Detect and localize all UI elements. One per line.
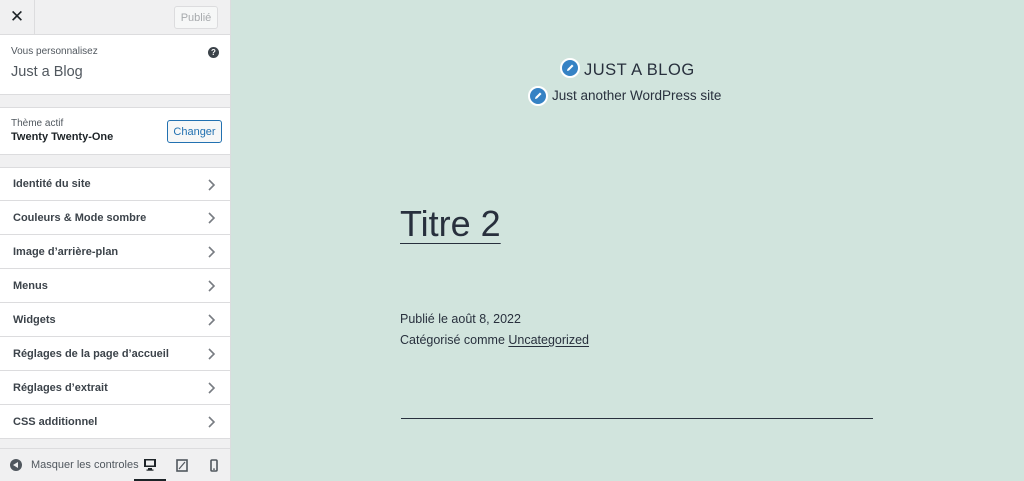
panel-menus[interactable]: Menus	[0, 269, 230, 303]
chevron-right-icon	[208, 280, 216, 292]
customizer-footer: Masquer les controles	[0, 448, 230, 481]
panel-widgets[interactable]: Widgets	[0, 303, 230, 337]
panel-excerpt-settings[interactable]: Réglages d’extrait	[0, 371, 230, 405]
panel-additional-css[interactable]: CSS additionnel	[0, 405, 230, 439]
pencil-icon	[535, 92, 542, 99]
panel-homepage-settings[interactable]: Réglages de la page d’accueil	[0, 337, 230, 371]
mobile-icon	[210, 459, 218, 472]
customizing-info: Vous personnalisez Just a Blog ?	[0, 35, 230, 95]
chevron-right-icon	[208, 348, 216, 360]
edit-tagline-shortcut[interactable]	[528, 86, 548, 106]
chevron-right-icon	[208, 314, 216, 326]
panel-colors-dark-mode[interactable]: Couleurs & Mode sombre	[0, 201, 230, 235]
chevron-right-icon	[208, 416, 216, 428]
panel-site-identity[interactable]: Identité du site	[0, 167, 230, 201]
panel-label: Réglages de la page d’accueil	[13, 347, 169, 360]
customizing-label: Vous personnalisez	[11, 46, 98, 57]
category-link[interactable]: Uncategorized	[508, 333, 589, 347]
device-desktop-button[interactable]	[134, 449, 166, 481]
post-separator	[401, 418, 873, 419]
panel-label: Couleurs & Mode sombre	[13, 211, 147, 224]
panel-label: Identité du site	[13, 178, 91, 190]
publish-button[interactable]: Publié	[174, 6, 218, 29]
panel-label: Widgets	[13, 313, 56, 326]
chevron-right-icon	[208, 382, 216, 394]
post-date: Publié le août 8, 2022	[400, 312, 521, 326]
customizer-header: ✕ Publié	[0, 0, 230, 35]
chevron-right-icon	[208, 179, 216, 191]
site-name: Just a Blog	[11, 64, 83, 80]
category-prefix: Catégorisé comme	[400, 333, 509, 347]
panel-background-image[interactable]: Image d’arrière-plan	[0, 235, 230, 269]
customizer-sidebar: ✕ Publié Vous personnalisez Just a Blog …	[0, 0, 231, 481]
close-button[interactable]: ✕	[0, 0, 35, 34]
help-icon[interactable]: ?	[208, 47, 219, 58]
collapse-arrow-icon	[10, 459, 22, 471]
tablet-icon	[176, 459, 188, 472]
device-mobile-button[interactable]	[198, 449, 230, 481]
close-icon: ✕	[9, 7, 25, 26]
site-tagline: Just another WordPress site	[552, 88, 722, 103]
change-theme-button[interactable]: Changer	[167, 120, 222, 143]
pencil-icon	[567, 64, 574, 71]
panel-label: Image d’arrière-plan	[13, 245, 119, 258]
panel-label: CSS additionnel	[13, 415, 98, 428]
post-categories: Catégorisé comme Uncategorized	[400, 333, 589, 347]
desktop-icon	[144, 458, 156, 471]
chevron-right-icon	[208, 212, 216, 224]
device-tablet-button[interactable]	[166, 449, 198, 481]
chevron-right-icon	[208, 246, 216, 258]
hide-controls-button[interactable]: Masquer les controles	[10, 459, 139, 471]
post-title-link[interactable]: Titre 2	[400, 203, 501, 245]
panel-label: Menus	[13, 279, 48, 292]
site-title[interactable]: JUST A BLOG	[584, 61, 695, 80]
hide-controls-label: Masquer les controles	[31, 459, 139, 471]
active-theme-section: Thème actif Twenty Twenty-One Changer	[0, 107, 230, 155]
panel-label: Réglages d’extrait	[13, 381, 108, 394]
site-preview: JUST A BLOG Just another WordPress site …	[231, 0, 1024, 481]
edit-site-title-shortcut[interactable]	[560, 58, 580, 78]
customizer-panel-list: Identité du site Couleurs & Mode sombre …	[0, 167, 230, 439]
